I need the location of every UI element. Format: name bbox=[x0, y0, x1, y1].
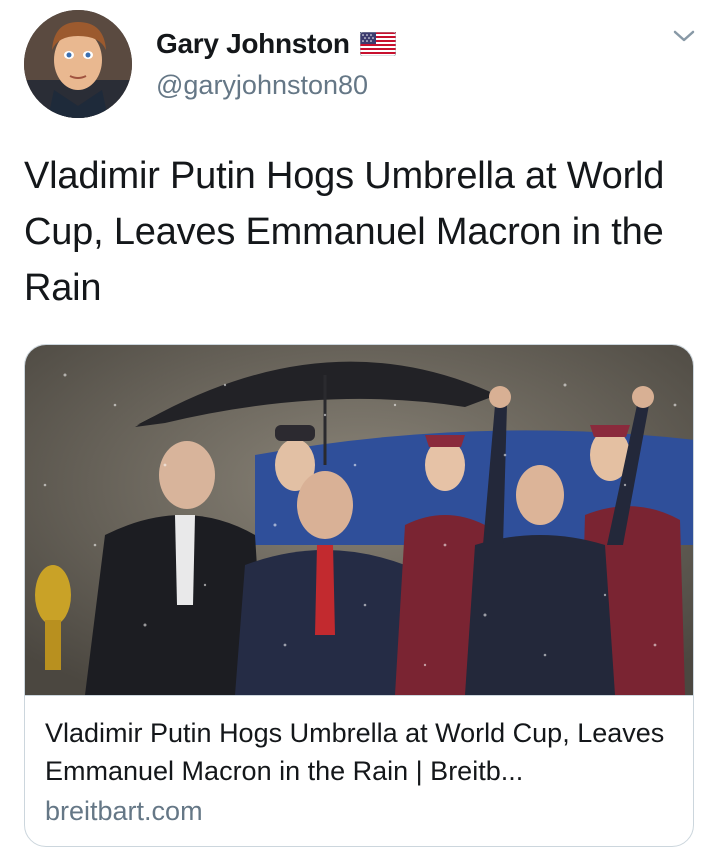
tweet-text: Vladimir Putin Hogs Umbrella at World Cu… bbox=[24, 155, 665, 309]
author-display-name[interactable]: Gary Johnston bbox=[156, 28, 350, 60]
author-name-row: Gary Johnston bbox=[156, 26, 396, 62]
chevron-down-icon[interactable] bbox=[672, 28, 696, 44]
link-card[interactable]: Vladimir Putin Hogs Umbrella at World Cu… bbox=[24, 344, 694, 847]
tweet: Gary Johnston @garyjohnston80 Vladimir P… bbox=[0, 0, 720, 853]
link-card-image[interactable] bbox=[25, 345, 693, 695]
avatar[interactable] bbox=[24, 10, 132, 118]
avatar-image bbox=[24, 10, 132, 118]
link-card-title[interactable]: Vladimir Putin Hogs Umbrella at World Cu… bbox=[45, 714, 675, 790]
link-card-domain: breitbart.com bbox=[45, 796, 203, 826]
link-card-photo bbox=[25, 345, 693, 695]
link-card-body[interactable]: Vladimir Putin Hogs Umbrella at World Cu… bbox=[25, 695, 693, 830]
us-flag-icon bbox=[359, 32, 396, 56]
author-handle[interactable]: @garyjohnston80 bbox=[156, 70, 368, 101]
